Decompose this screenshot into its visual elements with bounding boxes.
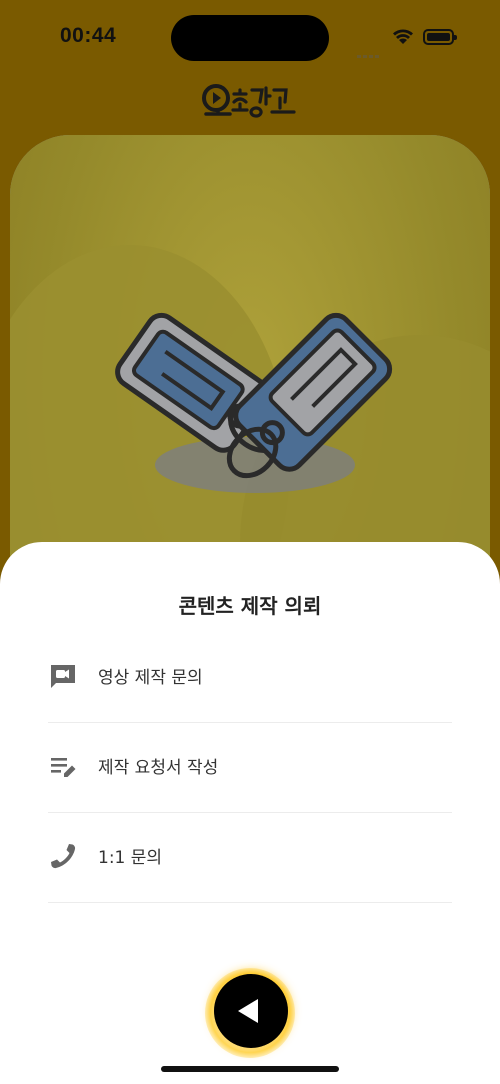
menu-item-label: 영상 제작 문의 <box>98 668 203 688</box>
wifi-icon <box>393 29 413 44</box>
edit-list-icon <box>51 758 76 777</box>
video-chat-icon <box>51 665 75 688</box>
menu-item-one-on-one[interactable]: 1:1 문의 <box>48 812 452 903</box>
app-logo <box>202 84 296 118</box>
menu-item-label: 제작 요청서 작성 <box>98 758 219 778</box>
sheet-title: 콘텐츠 제작 의뢰 <box>178 594 322 618</box>
battery-icon <box>423 29 457 45</box>
home-indicator[interactable] <box>161 1066 339 1072</box>
tags-illustration <box>115 312 393 493</box>
dynamic-island <box>171 15 329 61</box>
phone-icon <box>51 844 76 869</box>
play-back-icon <box>238 999 258 1023</box>
status-time: 00:44 <box>60 24 117 47</box>
menu-item-label: 1:1 문의 <box>98 848 163 868</box>
cellular-signal-icon <box>357 39 383 58</box>
menu-item-video-inquiry[interactable]: 영상 제작 문의 <box>48 632 452 723</box>
menu-item-request-form[interactable]: 제작 요청서 작성 <box>48 722 452 813</box>
status-bar: 00:44 <box>0 0 500 75</box>
back-button[interactable] <box>214 974 288 1048</box>
